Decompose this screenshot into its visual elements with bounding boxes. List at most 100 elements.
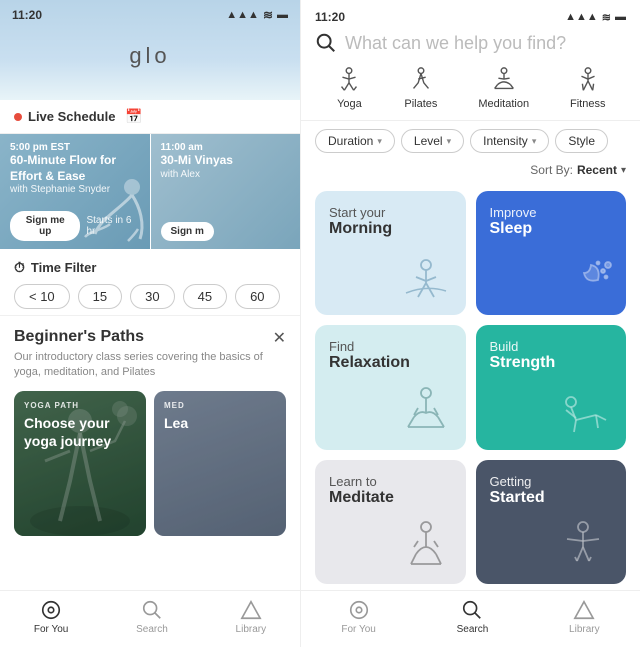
grid-card-relaxation[interactable]: Find Relaxation	[315, 325, 466, 449]
getting-started-bold-text: Started	[490, 489, 613, 507]
grid-card-meditate[interactable]: Learn to Meditate	[315, 460, 466, 584]
time-pill-10[interactable]: < 10	[14, 284, 70, 309]
left-nav-library[interactable]: Library	[236, 599, 267, 635]
live-dot	[14, 113, 22, 121]
category-pilates[interactable]: Pilates	[404, 66, 437, 110]
explore-grid: Start your Morning Improve Sleep	[301, 185, 640, 590]
class-instructor-left: with Stephanie Snyder	[10, 184, 140, 195]
for-you-icon	[40, 599, 62, 621]
right-time: 11:20	[315, 10, 345, 24]
meditate-icon	[396, 519, 456, 574]
class-card-right[interactable]: 11:00 am 30-Mi Vinyas with Alex Sign m	[151, 134, 301, 249]
search-bar[interactable]: What can we help you find?	[301, 24, 640, 60]
category-icons-row: Yoga Pilates	[301, 60, 640, 121]
path-cards-row: YOGA PATH Choose your yoga journey MED L…	[14, 391, 286, 536]
sort-by-label: Sort By:	[530, 163, 573, 177]
relaxation-icon	[396, 385, 456, 440]
right-nav-library[interactable]: Library	[569, 599, 600, 635]
left-bottom-nav: For You Search Library	[0, 590, 300, 647]
sort-chevron-icon[interactable]: ▾	[621, 165, 626, 176]
yoga-path-card[interactable]: YOGA PATH Choose your yoga journey	[14, 391, 146, 536]
filter-intensity-label: Intensity	[483, 134, 528, 148]
getting-started-icon	[551, 519, 616, 574]
sign-button-right[interactable]: Sign m	[161, 222, 214, 241]
class-title-left: 60-Minute Flow for Effort & Ease	[10, 153, 140, 184]
search-placeholder-text: What can we help you find?	[345, 33, 566, 54]
time-pills: < 10 15 30 45 60	[14, 284, 286, 309]
yoga-label: Yoga	[337, 98, 362, 110]
left-signal-icon: ▲▲▲	[226, 9, 259, 21]
right-nav-for-you[interactable]: For You	[341, 599, 375, 635]
meditation-path-tag: MED	[164, 401, 276, 410]
meditation-path-overlay: MED Lea	[154, 391, 286, 536]
right-nav-search[interactable]: Search	[457, 599, 489, 635]
filters-row: Duration ▾ Level ▾ Intensity ▾ Style	[301, 121, 640, 159]
pilates-label: Pilates	[404, 98, 437, 110]
right-panel: 11:20 ▲▲▲ ≋ ▬ What can we help you find?	[300, 0, 640, 647]
grid-card-sleep[interactable]: Improve Sleep	[476, 191, 627, 315]
right-wifi-icon: ≋	[602, 11, 611, 24]
time-pill-30[interactable]: 30	[130, 284, 174, 309]
time-pill-15[interactable]: 15	[78, 284, 122, 309]
time-filter-text: Time Filter	[31, 260, 97, 275]
meditation-path-card[interactable]: MED Lea	[154, 391, 286, 536]
filter-level-label: Level	[414, 134, 443, 148]
filter-intensity[interactable]: Intensity ▾	[470, 129, 549, 153]
yoga-icon	[335, 66, 363, 94]
left-nav-for-you[interactable]: For You	[34, 599, 68, 635]
filter-level[interactable]: Level ▾	[401, 129, 464, 153]
left-nav-library-label: Library	[236, 624, 267, 635]
strength-bold-text: Strength	[490, 354, 613, 372]
sort-value[interactable]: Recent	[577, 163, 617, 177]
filter-duration-label: Duration	[328, 134, 373, 148]
strength-top-text: Build	[490, 339, 613, 354]
left-battery-icon: ▬	[277, 9, 288, 21]
left-nav-search[interactable]: Search	[136, 599, 168, 635]
right-for-you-icon	[348, 599, 370, 621]
fitness-label: Fitness	[570, 98, 605, 110]
meditate-top-text: Learn to	[329, 474, 452, 489]
level-chevron-icon: ▾	[447, 136, 452, 147]
time-pill-45[interactable]: 45	[183, 284, 227, 309]
duration-chevron-icon: ▾	[377, 136, 382, 147]
class-title-right: 30-Mi Vinyas	[161, 153, 291, 169]
left-nav-search-label: Search	[136, 624, 168, 635]
starts-text: Starts in 6 hr	[86, 215, 139, 237]
time-filter-label: ⏱ Time Filter	[14, 259, 286, 276]
beginners-title: Beginner's Paths	[14, 328, 286, 346]
pilates-icon	[407, 66, 435, 94]
left-time: 11:20	[12, 8, 42, 22]
filter-duration[interactable]: Duration ▾	[315, 129, 395, 153]
left-nav-for-you-label: For You	[34, 624, 68, 635]
right-nav-library-label: Library	[569, 624, 600, 635]
yoga-path-tag: YOGA PATH	[24, 401, 136, 410]
grid-card-morning[interactable]: Start your Morning	[315, 191, 466, 315]
grid-card-getting-started[interactable]: Getting Started	[476, 460, 627, 584]
intensity-chevron-icon: ▾	[532, 136, 537, 147]
live-schedule-label: Live Schedule	[28, 109, 115, 124]
calendar-icon[interactable]: 📅	[125, 108, 142, 125]
category-fitness[interactable]: Fitness	[570, 66, 605, 110]
morning-top-text: Start your	[329, 205, 452, 220]
class-instructor-right: with Alex	[161, 169, 291, 180]
class-card-left[interactable]: 5:00 pm EST 60-Minute Flow for Effort & …	[0, 134, 150, 249]
left-status-bar: 11:20 ▲▲▲ ≋ ▬	[0, 8, 300, 22]
time-pill-60[interactable]: 60	[235, 284, 279, 309]
yoga-path-overlay: YOGA PATH Choose your yoga journey	[14, 391, 146, 536]
right-nav-search-label: Search	[457, 624, 489, 635]
meditation-icon	[490, 66, 518, 94]
relaxation-bold-text: Relaxation	[329, 354, 452, 372]
sleep-bold-text: Sleep	[490, 220, 613, 238]
left-wifi-icon: ≋	[263, 8, 273, 22]
strength-icon	[556, 390, 616, 440]
close-button[interactable]: ✕	[273, 328, 286, 348]
category-yoga[interactable]: Yoga	[335, 66, 363, 110]
filter-style[interactable]: Style	[555, 129, 608, 153]
category-meditation[interactable]: Meditation	[478, 66, 529, 110]
grid-card-strength[interactable]: Build Strength	[476, 325, 627, 449]
beginners-paths-section: ✕ Beginner's Paths Our introductory clas…	[0, 315, 300, 544]
sign-me-up-button[interactable]: Sign me up	[10, 211, 80, 241]
class-time-right: 11:00 am	[161, 142, 291, 153]
right-signal-icon: ▲▲▲	[565, 11, 598, 23]
left-panel: 11:20 ▲▲▲ ≋ ▬ glo Live Schedule 📅	[0, 0, 300, 647]
